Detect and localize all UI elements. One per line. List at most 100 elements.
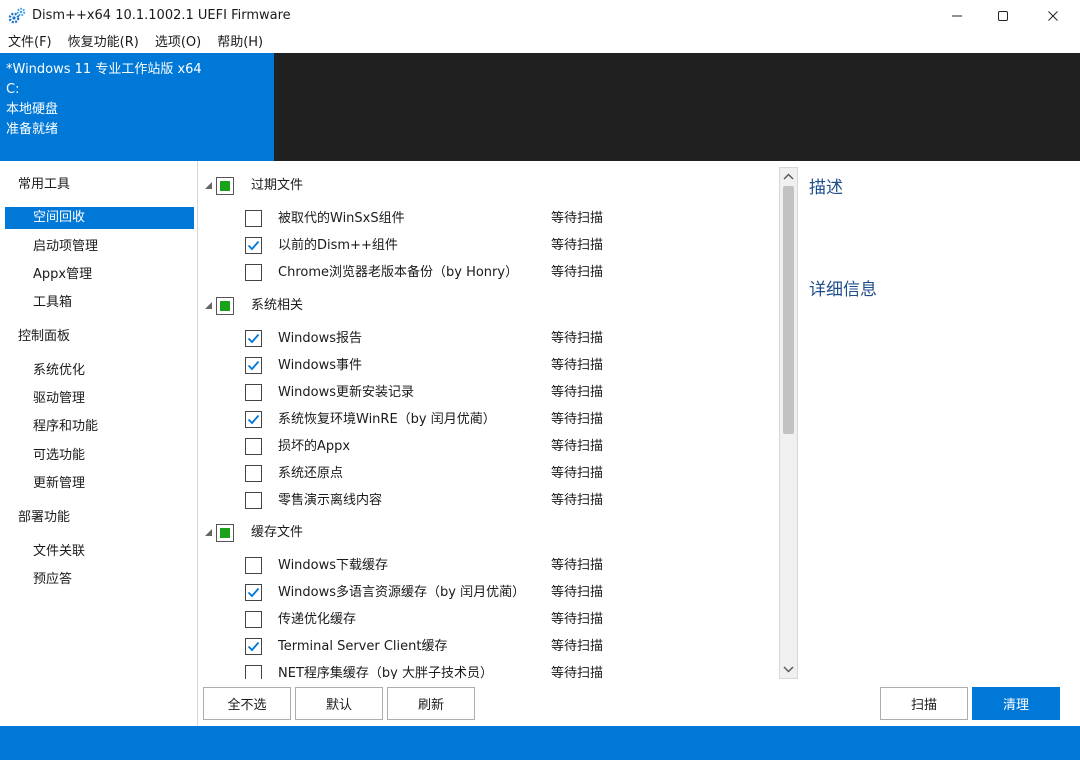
list-item[interactable]: Windows事件 等待扫描 <box>199 352 779 379</box>
item-status: 等待扫描 <box>551 238 604 253</box>
group-obsolete-files[interactable]: 过期文件 <box>199 173 779 199</box>
list-item[interactable]: 传递优化缓存 等待扫描 <box>199 606 779 633</box>
item-checkbox[interactable] <box>245 584 262 601</box>
close-button[interactable] <box>1030 0 1076 32</box>
item-label: 零售演示离线内容 <box>278 493 383 508</box>
menu-help[interactable]: 帮助(H) <box>209 32 271 53</box>
group-checkbox[interactable] <box>216 297 234 315</box>
group-system-related[interactable]: 系统相关 <box>199 293 779 319</box>
list-item[interactable]: Terminal Server Client缓存 等待扫描 <box>199 633 779 660</box>
item-label: 被取代的WinSxS组件 <box>278 211 405 226</box>
sidebar-item-startup[interactable]: 启动项管理 <box>5 236 194 258</box>
item-status: 等待扫描 <box>551 466 604 481</box>
sidebar-item-programs[interactable]: 程序和功能 <box>5 416 194 438</box>
sidebar-item-drivers[interactable]: 驱动管理 <box>5 388 194 410</box>
nav-group-deployment: 部署功能 <box>18 510 71 525</box>
collapse-arrow-icon[interactable] <box>203 180 213 190</box>
item-status: 等待扫描 <box>551 412 604 427</box>
list-item[interactable]: Windows下载缓存 等待扫描 <box>199 552 779 579</box>
minimize-icon <box>952 15 962 17</box>
list-item[interactable]: Windows报告 等待扫描 <box>199 325 779 352</box>
item-checkbox[interactable] <box>245 357 262 374</box>
item-checkbox[interactable] <box>245 465 262 482</box>
item-status: 等待扫描 <box>551 666 604 679</box>
list-item[interactable]: Windows多语言资源缓存（by 闰月优蔺） 等待扫描 <box>199 579 779 606</box>
maximize-button[interactable] <box>980 0 1026 32</box>
sidebar-item-updates[interactable]: 更新管理 <box>5 473 194 495</box>
list-item[interactable]: Windows更新安装记录 等待扫描 <box>199 379 779 406</box>
list-item[interactable]: 零售演示离线内容 等待扫描 <box>199 487 779 514</box>
menu-file[interactable]: 文件(F) <box>0 32 60 53</box>
menu-bar: 文件(F) 恢复功能(R) 选项(O) 帮助(H) <box>0 32 1080 53</box>
system-info-panel[interactable]: *Windows 11 专业工作站版 x64 C: 本地硬盘 准备就绪 <box>0 53 274 161</box>
scroll-up-button[interactable] <box>780 168 797 185</box>
item-checkbox[interactable] <box>245 384 262 401</box>
item-checkbox[interactable] <box>245 665 262 679</box>
default-button[interactable]: 默认 <box>295 687 383 720</box>
list-item[interactable]: 以前的Dism++组件 等待扫描 <box>199 232 779 259</box>
item-label: Windows事件 <box>278 358 363 373</box>
gears-icon <box>8 7 26 24</box>
collapse-arrow-icon[interactable] <box>203 527 213 537</box>
collapse-arrow-icon[interactable] <box>203 300 213 310</box>
list-item[interactable]: 系统还原点 等待扫描 <box>199 460 779 487</box>
sidebar: 常用工具 空间回收 启动项管理 Appx管理 工具箱 控制面板 系统优化 驱动管… <box>0 161 198 726</box>
menu-options[interactable]: 选项(O) <box>147 32 209 53</box>
checkmark-icon <box>247 641 260 652</box>
sidebar-item-appx[interactable]: Appx管理 <box>5 264 194 286</box>
group-cache-files[interactable]: 缓存文件 <box>199 520 779 546</box>
drive-letter: C: <box>6 82 20 97</box>
item-checkbox[interactable] <box>245 611 262 628</box>
sidebar-item-toolbox[interactable]: 工具箱 <box>5 292 194 314</box>
minimize-button[interactable] <box>934 0 980 32</box>
item-label: NET程序集缓存（by 大胖子技术员） <box>278 666 493 679</box>
menu-recovery[interactable]: 恢复功能(R) <box>60 32 147 53</box>
sidebar-item-space-reclaim[interactable]: 空间回收 <box>5 207 194 229</box>
item-status: 等待扫描 <box>551 385 604 400</box>
item-checkbox[interactable] <box>245 210 262 227</box>
os-name: *Windows 11 专业工作站版 x64 <box>6 62 202 77</box>
item-checkbox[interactable] <box>245 638 262 655</box>
clean-button[interactable]: 清理 <box>972 687 1060 720</box>
checkmark-icon <box>247 360 260 371</box>
system-status: 准备就绪 <box>6 122 59 137</box>
list-scrollbar[interactable] <box>779 167 798 679</box>
scan-button[interactable]: 扫描 <box>880 687 968 720</box>
detail-panel: 描述 详细信息 <box>799 163 1080 679</box>
scroll-thumb[interactable] <box>783 186 794 434</box>
item-status: 等待扫描 <box>551 211 604 226</box>
item-checkbox[interactable] <box>245 237 262 254</box>
item-status: 等待扫描 <box>551 639 604 654</box>
list-item[interactable]: 系统恢复环境WinRE（by 闰月优蔺） 等待扫描 <box>199 406 779 433</box>
item-label: 系统恢复环境WinRE（by 闰月优蔺） <box>278 412 496 427</box>
group-checkbox[interactable] <box>216 177 234 195</box>
item-label: 传递优化缓存 <box>278 612 357 627</box>
item-checkbox[interactable] <box>245 557 262 574</box>
deselect-all-button[interactable]: 全不选 <box>203 687 291 720</box>
item-label: Chrome浏览器老版本备份（by Honry） <box>278 265 519 280</box>
item-checkbox[interactable] <box>245 438 262 455</box>
list-item[interactable]: 被取代的WinSxS组件 等待扫描 <box>199 205 779 232</box>
refresh-button[interactable]: 刷新 <box>387 687 475 720</box>
item-checkbox[interactable] <box>245 411 262 428</box>
sidebar-item-optional-features[interactable]: 可选功能 <box>5 445 194 467</box>
item-status: 等待扫描 <box>551 493 604 508</box>
item-label: 以前的Dism++组件 <box>278 238 398 253</box>
group-checkbox[interactable] <box>216 524 234 542</box>
item-checkbox[interactable] <box>245 492 262 509</box>
scroll-down-button[interactable] <box>780 661 797 678</box>
window-title: Dism++x64 10.1.1002.1 UEFI Firmware <box>32 8 291 23</box>
list-item[interactable]: NET程序集缓存（by 大胖子技术员） 等待扫描 <box>199 660 779 679</box>
item-status: 等待扫描 <box>551 265 604 280</box>
close-icon <box>1048 11 1058 21</box>
list-item[interactable]: 损坏的Appx 等待扫描 <box>199 433 779 460</box>
item-label: Windows更新安装记录 <box>278 385 415 400</box>
sidebar-item-answer-file[interactable]: 预应答 <box>5 569 194 591</box>
item-checkbox[interactable] <box>245 264 262 281</box>
sidebar-item-system-optimize[interactable]: 系统优化 <box>5 360 194 382</box>
item-label: Windows多语言资源缓存（by 闰月优蔺） <box>278 585 526 600</box>
list-item[interactable]: Chrome浏览器老版本备份（by Honry） 等待扫描 <box>199 259 779 286</box>
item-checkbox[interactable] <box>245 330 262 347</box>
sidebar-item-file-association[interactable]: 文件关联 <box>5 541 194 563</box>
title-bar: Dism++x64 10.1.1002.1 UEFI Firmware <box>0 0 1080 32</box>
